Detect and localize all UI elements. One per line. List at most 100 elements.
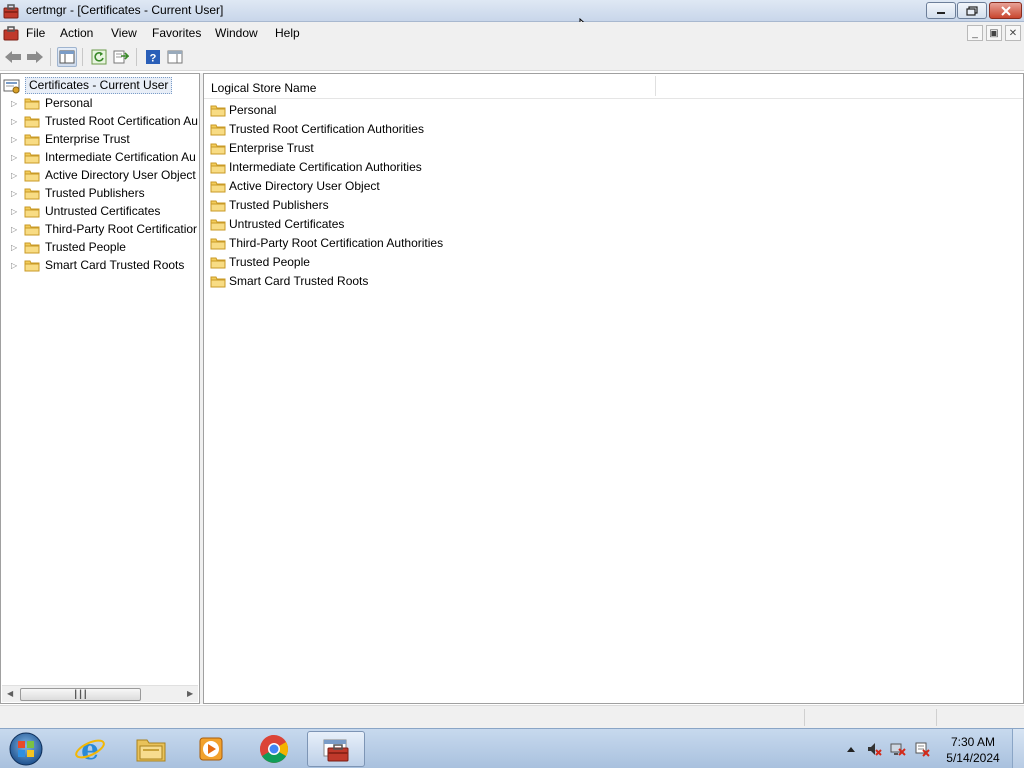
menu-view[interactable]: View [111, 26, 137, 40]
tree-item-trusted-publishers[interactable]: ▷ Trusted Publishers [11, 184, 145, 202]
toolbar-separator [82, 48, 83, 66]
expand-arrow-icon[interactable]: ▷ [11, 117, 21, 126]
show-desktop-button[interactable] [1012, 729, 1024, 768]
export-list-icon [113, 50, 129, 64]
export-list-button[interactable] [111, 47, 131, 67]
expand-arrow-icon[interactable]: ▷ [11, 261, 21, 270]
volume-button[interactable] [866, 741, 882, 757]
restore-icon: ▣ [989, 27, 999, 39]
menu-file[interactable]: File [26, 26, 45, 40]
tree-item-enterprise-trust[interactable]: ▷ Enterprise Trust [11, 130, 130, 148]
expand-arrow-icon[interactable]: ▷ [11, 153, 21, 162]
scroll-right-arrow-icon[interactable]: ▶ [187, 689, 193, 698]
maximize-icon [966, 5, 978, 16]
folder-icon [210, 276, 226, 287]
list-item-intermediate[interactable]: Intermediate Certification Authorities [210, 157, 422, 176]
tree-item-trusted-people[interactable]: ▷ Trusted People [11, 238, 126, 256]
list-item-active-directory[interactable]: Active Directory User Object [210, 176, 380, 195]
tree-item-smart-card[interactable]: ▷ Smart Card Trusted Roots [11, 256, 184, 274]
expand-arrow-icon[interactable]: ▷ [11, 135, 21, 144]
folder-icon [210, 124, 226, 135]
folder-icon [210, 105, 226, 116]
menu-action[interactable]: Action [60, 26, 93, 40]
maximize-button[interactable] [957, 2, 987, 19]
network-button[interactable] [890, 741, 906, 757]
taskbar-clock[interactable]: 7:30 AM 5/14/2024 [942, 734, 1004, 766]
mdi-restore-button[interactable]: ▣ [986, 25, 1002, 41]
mdi-minimize-button[interactable]: _ [967, 25, 983, 41]
taskbar-internet-explorer[interactable]: e [61, 731, 119, 767]
tree-item-label: Trusted Publishers [45, 186, 145, 200]
minimize-button[interactable] [926, 2, 956, 19]
help-button[interactable]: ? [143, 47, 163, 67]
menu-favorites[interactable]: Favorites [152, 26, 201, 40]
start-button[interactable] [7, 731, 45, 767]
scroll-left-arrow-icon[interactable]: ◀ [7, 689, 13, 698]
taskbar-file-explorer[interactable] [122, 731, 180, 767]
folder-icon [210, 181, 226, 192]
list-item-untrusted[interactable]: Untrusted Certificates [210, 214, 344, 233]
tree-item-intermediate[interactable]: ▷ Intermediate Certification Au [11, 148, 196, 166]
folder-icon [210, 143, 226, 154]
folder-icon [24, 188, 40, 200]
tree-item-active-directory[interactable]: ▷ Active Directory User Object [11, 166, 196, 184]
scrollbar-thumb[interactable]: ┃┃┃ [20, 688, 141, 701]
tree-item-third-party-root[interactable]: ▷ Third-Party Root Certificatior [11, 220, 197, 238]
tree-item-label: Intermediate Certification Au [45, 150, 196, 164]
volume-muted-icon [868, 743, 882, 756]
tree-root-label: Certificates - Current User [25, 77, 173, 94]
status-cell [804, 709, 936, 726]
tree-item-label: Smart Card Trusted Roots [45, 258, 185, 272]
list-item-label: Untrusted Certificates [229, 216, 345, 231]
expand-arrow-icon[interactable]: ▷ [11, 171, 21, 180]
tree-item-personal[interactable]: ▷ Personal [11, 94, 92, 112]
folder-icon [24, 224, 40, 236]
tree-item-trusted-root[interactable]: ▷ Trusted Root Certification Au [11, 112, 198, 130]
list-item-smart-card[interactable]: Smart Card Trusted Roots [210, 271, 368, 290]
mdi-close-button[interactable]: ✕ [1005, 25, 1021, 41]
show-hide-console-tree-button[interactable] [57, 47, 77, 67]
title-bar[interactable]: certmgr - [Certificates - Current User] [0, 0, 1024, 22]
show-hide-action-pane-button[interactable] [165, 47, 185, 67]
show-hidden-icons-button[interactable] [843, 741, 859, 757]
back-arrow-icon [5, 51, 21, 63]
list-item-enterprise-trust[interactable]: Enterprise Trust [210, 138, 314, 157]
taskbar-certmgr[interactable] [307, 731, 365, 767]
toolbox-icon [3, 4, 19, 19]
column-header-logical-store-name[interactable]: Logical Store Name [211, 81, 316, 95]
folder-icon [24, 116, 40, 128]
tree-item-untrusted[interactable]: ▷ Untrusted Certificates [11, 202, 160, 220]
show-hide-action-pane-icon [167, 50, 183, 64]
list-item-label: Third-Party Root Certification Authoriti… [229, 235, 444, 250]
refresh-button[interactable] [89, 47, 109, 67]
tree-horizontal-scrollbar[interactable]: ◀ ┃┃┃ ▶ [2, 685, 198, 702]
status-bar [0, 705, 1024, 728]
list-item-trusted-people[interactable]: Trusted People [210, 252, 310, 271]
toolbar-separator [136, 48, 137, 66]
menu-window[interactable]: Window [215, 26, 258, 40]
certificates-snapin-icon [3, 79, 20, 93]
taskbar-chrome[interactable] [245, 731, 303, 767]
expand-arrow-icon[interactable]: ▷ [11, 243, 21, 252]
expand-arrow-icon[interactable]: ▷ [11, 207, 21, 216]
toolbox-icon[interactable] [3, 25, 19, 41]
action-center-button[interactable] [914, 741, 930, 757]
close-button[interactable] [989, 2, 1022, 19]
expand-arrow-icon[interactable]: ▷ [11, 99, 21, 108]
expand-arrow-icon[interactable]: ▷ [11, 189, 21, 198]
column-header-row: Logical Store Name [204, 74, 1023, 99]
tree-root-certificates-current-user[interactable]: Certificates - Current User [3, 77, 173, 94]
back-button[interactable] [3, 47, 23, 67]
menu-help[interactable]: Help [275, 26, 300, 40]
taskbar-media-player[interactable] [183, 731, 241, 767]
list-item-trusted-root[interactable]: Trusted Root Certification Authorities [210, 119, 424, 138]
column-divider[interactable] [655, 76, 656, 96]
list-item-trusted-publishers[interactable]: Trusted Publishers [210, 195, 329, 214]
console-tree[interactable]: Certificates - Current User ▷ Personal ▷… [0, 73, 200, 704]
list-item-personal[interactable]: Personal [210, 100, 276, 119]
results-pane[interactable]: Logical Store Name Personal Trusted Root… [203, 73, 1024, 704]
forward-button[interactable] [25, 47, 45, 67]
list-item-third-party-root[interactable]: Third-Party Root Certification Authoriti… [210, 233, 443, 252]
close-icon [1000, 5, 1011, 16]
expand-arrow-icon[interactable]: ▷ [11, 225, 21, 234]
